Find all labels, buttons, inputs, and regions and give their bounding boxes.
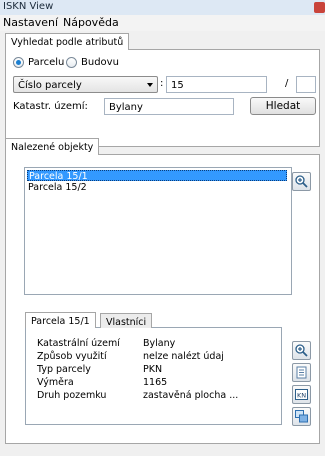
tab-search-by-attributes[interactable]: Vyhledat podle atributů [5,33,130,50]
tab-owners[interactable]: Vlastníci [100,313,153,328]
close-icon[interactable] [314,2,325,13]
list-item[interactable]: Parcela 15/2 [27,182,87,193]
menu-item-help[interactable]: Nápověda [63,16,119,29]
attribute-select[interactable]: Číslo parcely [13,76,158,93]
search-button[interactable]: Hledat [250,97,316,115]
kn-icon: KN [295,389,308,400]
radio-building-label: Budovu [81,57,119,68]
windows-icon [295,410,308,423]
property-key: Katastrální území [37,338,120,349]
property-value: zastavěná plocha ... [143,390,239,401]
svg-text:KN: KN [297,392,306,400]
windows-button[interactable] [292,407,311,426]
property-value: Bylany [143,338,176,349]
menu-item-settings[interactable]: Nastavení [3,16,58,29]
tab-found-objects[interactable]: Nalezené objekty [5,138,100,155]
radio-building[interactable] [66,57,77,68]
document-button[interactable] [292,363,311,382]
attribute-select-value: Číslo parcely [18,80,82,91]
zoom-in-icon [295,344,308,357]
property-value: nelze nalézt údaj [143,351,224,362]
document-icon [296,366,307,379]
property-value: 1165 [143,377,168,388]
property-key: Druh pozemku [37,390,107,401]
property-key: Způsob využití [37,351,107,362]
radio-parcel[interactable] [13,57,24,68]
zoom-to-result-button[interactable] [292,172,311,191]
slash-separator: / [285,78,289,89]
parcel-number-value: 15 [171,80,184,91]
zoom-to-parcel-button[interactable] [292,341,311,360]
parcel-subnumber-input[interactable] [296,76,316,93]
property-key: Výměra [37,377,74,388]
property-key: Typ parcely [37,364,91,375]
results-list[interactable]: Parcela 15/1 Parcela 15/2 [24,167,292,295]
tab-parcel-detail[interactable]: Parcela 15/1 [25,312,96,328]
property-value: PKN [143,364,163,375]
kn-button[interactable]: KN [292,385,311,404]
list-item[interactable]: Parcela 15/1 [27,170,287,182]
chevron-down-icon [147,83,153,87]
cadastral-area-value: Bylany [109,102,143,113]
cadastral-area-label: Katastr. území: [13,101,88,112]
radio-parcel-label: Parcelu [28,57,65,68]
cadastral-area-input[interactable]: Bylany [104,98,234,115]
zoom-in-icon [295,175,308,188]
window-title: ISKN View [3,1,54,12]
colon-separator: : [160,78,164,89]
parcel-number-input[interactable]: 15 [166,76,267,93]
